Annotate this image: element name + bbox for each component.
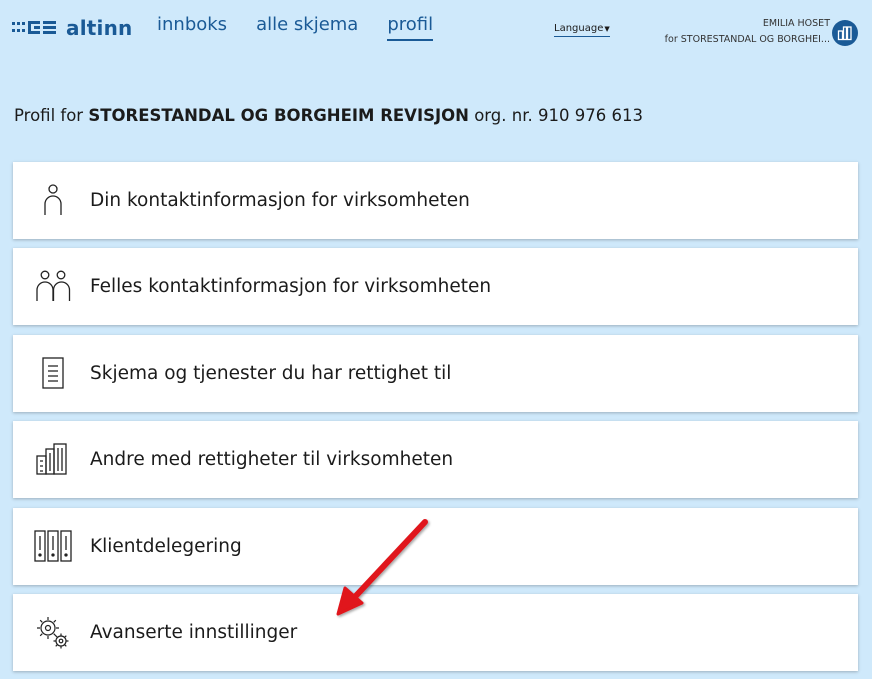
title-prefix: Profil for [14, 106, 84, 125]
language-label: Language [554, 23, 604, 34]
person-icon [33, 180, 73, 220]
title-org-number: org. nr. 910 976 613 [474, 106, 643, 125]
card-label: Andre med rettigheter til virksomheten [90, 449, 454, 470]
language-selector[interactable]: Language▼ [554, 23, 610, 37]
page-title: Profil for STORESTANDAL OG BORGHEIM REVI… [14, 106, 643, 125]
people-icon [33, 266, 73, 306]
card-advanced-settings[interactable]: Avanserte innstillinger [13, 594, 858, 671]
caret-down-icon: ▼ [604, 25, 610, 33]
card-label: Felles kontaktinformasjon for virksomhet… [90, 276, 492, 297]
user-org: for STORESTANDAL OG BORGHEI... [664, 34, 830, 45]
document-icon [33, 353, 73, 393]
card-label: Klientdelegering [90, 536, 242, 557]
card-others-with-rights[interactable]: Andre med rettigheter til virksomheten [13, 421, 858, 498]
card-contact-info[interactable]: Din kontaktinformasjon for virksomheten [13, 162, 858, 239]
altinn-logo[interactable]: altinn [12, 15, 132, 41]
buildings-icon [33, 439, 73, 479]
building-icon [837, 26, 852, 41]
organization-avatar[interactable] [832, 20, 858, 46]
nav-profil[interactable]: profil [387, 14, 434, 41]
binders-icon [33, 526, 73, 566]
card-label: Skjema og tjenester du har rettighet til [90, 363, 452, 384]
card-shared-contact-info[interactable]: Felles kontaktinformasjon for virksomhet… [13, 248, 858, 325]
card-label: Din kontaktinformasjon for virksomheten [90, 190, 470, 211]
top-header: altinn innboks alle skjema profil Langua… [0, 0, 872, 70]
card-client-delegation[interactable]: Klientdelegering [13, 508, 858, 585]
main-nav: innboks alle skjema profil [157, 14, 434, 41]
card-forms-and-services[interactable]: Skjema og tjenester du har rettighet til [13, 335, 858, 412]
card-label: Avanserte innstillinger [90, 622, 298, 643]
title-org-name: STORESTANDAL OG BORGHEIM REVISJON [88, 106, 469, 125]
gears-icon [33, 612, 73, 652]
nav-innboks[interactable]: innboks [157, 14, 227, 41]
user-menu[interactable]: EMILIA HOSET for STORESTANDAL OG BORGHEI… [665, 16, 830, 48]
altinn-logo-icon [12, 21, 56, 34]
logo-text: altinn [66, 16, 133, 40]
nav-alle-skjema[interactable]: alle skjema [256, 14, 358, 41]
user-name: EMILIA HOSET [762, 18, 830, 29]
